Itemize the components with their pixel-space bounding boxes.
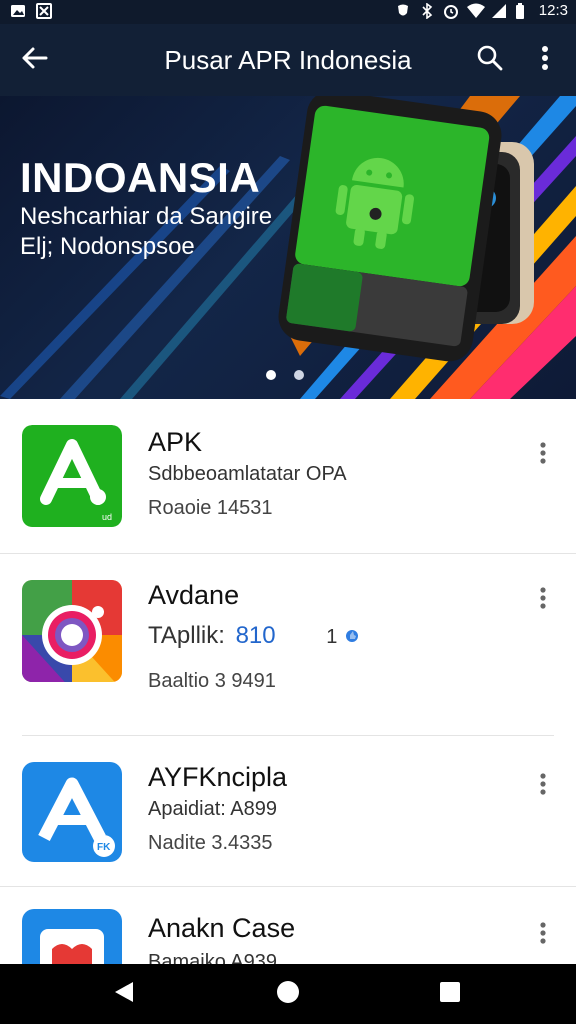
app-meta: Nadite 3.4335 (148, 832, 273, 854)
puzzle-app-icon (22, 909, 122, 964)
app-bar: Pusar APR Indonesia (0, 24, 576, 96)
more-vert-icon (539, 772, 547, 801)
thumb-icon (344, 623, 360, 651)
app-name: Avdane (148, 580, 240, 610)
promo-banner[interactable]: INDOANSIA Neshcarhiar da Sangire Elj; No… (0, 96, 576, 399)
app-version: 810 (235, 622, 276, 649)
app-icon-badge: ud (102, 512, 112, 522)
app-name: Anakn Case (148, 913, 296, 943)
more-vert-icon (539, 441, 547, 470)
bluetooth-icon (419, 1, 435, 20)
item-more-button[interactable] (528, 766, 558, 806)
system-nav-bar (0, 964, 576, 1024)
search-icon (476, 44, 504, 77)
app-description: Sdbbeoamlatatar OPA (148, 463, 347, 485)
carousel-dot-active[interactable] (266, 370, 276, 380)
app-meta: Roaoie 14531 (148, 497, 273, 519)
list-item[interactable]: FK AYFKncipla Apaidiat: A899 Nadite 3.43… (0, 736, 576, 886)
app-icon-badge: FK (97, 842, 111, 853)
app-name: AYFKncipla (148, 762, 288, 792)
app-name: APK (148, 427, 203, 457)
more-vert-icon (541, 45, 549, 76)
more-vert-icon (539, 586, 547, 615)
nav-back-button[interactable] (100, 976, 148, 1012)
alarm-icon (443, 3, 459, 19)
gallery-icon (10, 3, 26, 19)
blue-a-app-icon: FK (22, 762, 122, 864)
camera-lens-app-icon (22, 580, 122, 682)
carousel-dot[interactable] (294, 370, 304, 380)
nav-home-button[interactable] (264, 976, 312, 1012)
banner-subtitle-line2: Elj; Nodonspsoe (20, 233, 195, 260)
app-description: TApllik: 810 1 (148, 622, 360, 651)
banner-heading: INDOANSIA (20, 154, 261, 201)
app-meta: Baaltio 3 9491 (148, 670, 276, 692)
more-options-button[interactable] (528, 42, 562, 78)
app-count: 1 (326, 626, 338, 648)
status-time: 12:3 (538, 2, 568, 19)
status-bar: 12:3 (0, 0, 576, 24)
app-description: Bamaiko A939 (148, 951, 277, 964)
item-more-button[interactable] (528, 580, 558, 620)
signal-icon (491, 3, 507, 19)
app-description-label: TApllik: (148, 622, 225, 649)
nav-recents-button[interactable] (426, 976, 474, 1012)
vibrate-icon (395, 3, 411, 19)
carousel-indicator (266, 370, 304, 380)
wifi-icon (466, 3, 485, 19)
photo-icon (36, 3, 52, 19)
search-button[interactable] (470, 42, 510, 78)
more-vert-icon (539, 921, 547, 950)
banner-subtitle-line1: Neshcarhiar da Sangire (20, 203, 273, 230)
green-a-app-icon: ud (22, 425, 122, 527)
app-list: ud APK Sdbbeoamlatatar OPA Roaoie 14531 (0, 399, 576, 964)
item-more-button[interactable] (528, 435, 558, 475)
nav-back-icon (113, 980, 135, 1009)
list-item[interactable]: Anakn Case Bamaiko A939 (0, 887, 576, 964)
list-item[interactable]: Avdane TApllik: 810 1 Baaltio 3 9491 (0, 554, 576, 735)
nav-home-icon (276, 980, 300, 1009)
item-more-button[interactable] (528, 915, 558, 955)
battery-icon (515, 2, 531, 19)
nav-recents-icon (439, 981, 461, 1008)
list-item[interactable]: ud APK Sdbbeoamlatatar OPA Roaoie 14531 (0, 399, 576, 553)
app-description: Apaidiat: A899 (148, 798, 277, 820)
